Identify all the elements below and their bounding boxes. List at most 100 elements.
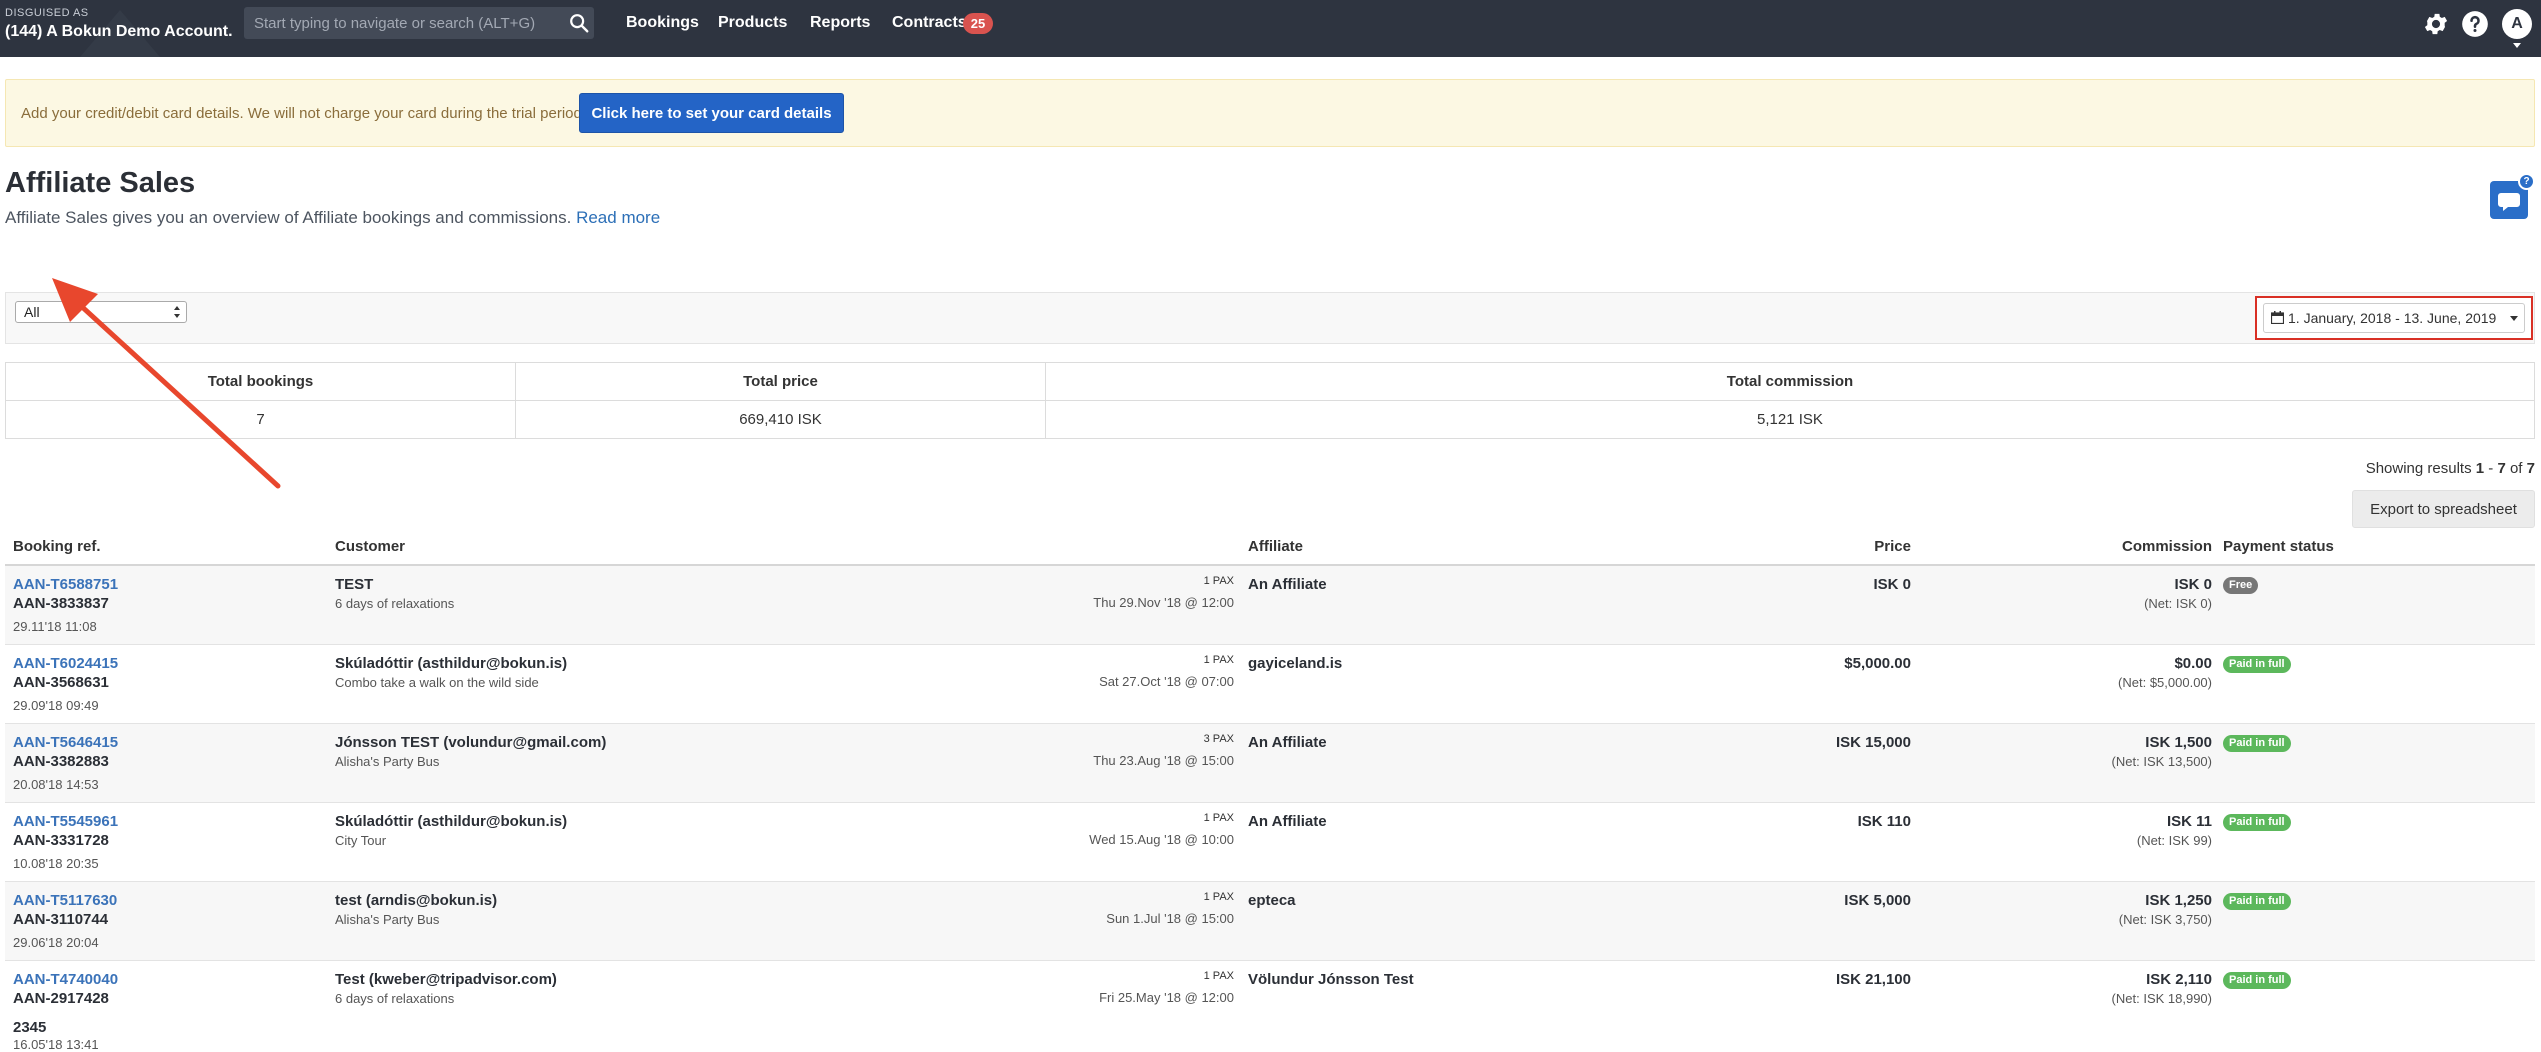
nav-reports[interactable]: Reports [810,14,870,32]
results-prefix: Showing results [2365,460,2472,477]
read-more-link[interactable]: Read more [576,208,660,227]
booking-ref-secondary: AAN-3110744 [13,911,109,928]
totals-header-commission: Total commission [1045,362,2535,401]
header-customer[interactable]: Customer [335,538,405,555]
booking-ref-link[interactable]: AAN-T6588751 [13,576,118,593]
activity-date: Sat 27.Oct '18 @ 07:00 [1099,674,1234,689]
date-range-picker[interactable]: 1. January, 2018 - 13. June, 2019 [2263,303,2525,333]
booking-date: 10.08'18 20:35 [13,856,99,871]
booking-ref-secondary: AAN-3568631 [13,674,109,691]
export-spreadsheet-button[interactable]: Export to spreadsheet [2352,490,2535,528]
affiliate-name: epteca [1248,892,1296,909]
net-value: (Net: ISK 18,990) [2111,991,2212,1006]
customer-name: Jónsson TEST (volundur@gmail.com) [335,734,607,751]
booking-ref-link[interactable]: AAN-T5545961 [13,813,118,830]
customer-name: Skúladóttir (asthildur@bokun.is) [335,655,568,672]
net-value: (Net: ISK 0) [2144,596,2212,611]
nav-contracts[interactable]: Contracts [892,14,967,32]
status-badge: Paid in full [2223,893,2291,910]
price-value: ISK 0 [1873,576,1911,593]
activity-date: Wed 15.Aug '18 @ 10:00 [1089,832,1234,847]
booking-ref-link[interactable]: AAN-T6024415 [13,655,118,672]
affiliate-select-value: All [24,304,40,320]
customer-name: TEST [335,576,374,593]
disguised-label: DISGUISED AS [5,7,89,19]
header-booking-ref[interactable]: Booking ref. [13,538,101,555]
totals-table: Total bookings Total price Total commiss… [5,362,2535,439]
page-title: Affiliate Sales [5,167,196,199]
results-info: Showing results 1 - 7 of 7 [2366,460,2535,477]
commission-value: ISK 0 [2174,576,2212,593]
booking-ref-link[interactable]: AAN-T4740040 [13,971,118,988]
status-badge: Paid in full [2223,814,2291,831]
banner-text: Add your credit/debit card details. We w… [21,105,587,122]
nav-bookings[interactable]: Bookings [626,14,699,32]
chevron-down-icon [2510,316,2518,321]
commission-value: ISK 1,250 [2145,892,2212,909]
status-badge: Paid in full [2223,972,2291,989]
account-name[interactable]: (144) A Bokun Demo Account. [5,23,233,41]
search-icon[interactable] [568,12,590,34]
table-row: AAN-T6024415 AAN-3568631 29.09'18 09:49 … [5,645,2535,724]
booking-ref-secondary: AAN-3833837 [13,595,109,612]
booking-date: 29.11'18 11:08 [13,619,97,634]
results-sep: - [2488,460,2494,477]
search-input[interactable] [244,7,594,39]
table-row: AAN-T4740040 AAN-2917428 2345 16.05'18 1… [5,961,2535,1052]
gear-icon[interactable] [2422,10,2450,38]
customer-name: test (arndis@bokun.is) [335,892,498,909]
commission-value: ISK 2,110 [2146,971,2212,988]
pax-count: 1 PAX [1203,970,1234,982]
totals-header-row: Total bookings Total price Total commiss… [5,362,2535,401]
booking-ref-link[interactable]: AAN-T5117630 [13,892,117,909]
price-value: ISK 110 [1857,813,1911,830]
date-range-highlight: 1. January, 2018 - 13. June, 2019 [2255,296,2533,340]
product-name: Alisha's Party Bus [335,912,440,927]
net-value: (Net: $5,000.00) [2118,675,2212,690]
results-of: of [2509,460,2523,477]
avatar[interactable]: A [2502,9,2532,39]
header-price[interactable]: Price [1874,538,1911,555]
total-commission-value: 5,121 ISK [1045,400,2535,439]
header-payment-status[interactable]: Payment status [2223,538,2334,555]
totals-header-bookings: Total bookings [5,362,516,401]
table-row: AAN-T6588751 AAN-3833837 29.11'18 11:08 … [5,566,2535,645]
table-row: AAN-T5545961 AAN-3331728 10.08'18 20:35 … [5,803,2535,882]
status-badge: Free [2223,577,2259,594]
commission-value: ISK 11 [2166,813,2212,830]
totals-header-price: Total price [515,362,1046,401]
activity-date: Fri 25.May '18 @ 12:00 [1099,990,1234,1005]
header-commission[interactable]: Commission [2122,538,2212,555]
affiliate-name: An Affiliate [1248,576,1327,593]
filter-bar: All [5,292,2535,344]
booking-date: 29.09'18 09:49 [13,698,99,713]
affiliate-select[interactable]: All [15,301,187,323]
activity-date: Thu 23.Aug '18 @ 15:00 [1093,753,1234,768]
booking-ref-secondary: AAN-3331728 [13,832,109,849]
pax-count: 1 PAX [1203,575,1234,587]
pax-count: 3 PAX [1203,733,1234,745]
status-badge: Paid in full [2223,656,2291,673]
header-affiliate[interactable]: Affiliate [1248,538,1303,555]
results-from: 1 [2475,460,2485,477]
commission-value: ISK 1,500 [2145,734,2212,751]
product-name: Alisha's Party Bus [335,754,440,769]
booking-date: 20.08'18 14:53 [13,777,99,792]
page-subtitle-text: Affiliate Sales gives you an overview of… [5,208,572,227]
product-name: 6 days of relaxations [335,596,455,611]
total-price-value: 669,410 ISK [515,400,1046,439]
table-row: AAN-T5117630 AAN-3110744 29.06'18 20:04 … [5,882,2535,961]
booking-ref-link[interactable]: AAN-T5646415 [13,734,118,751]
trial-banner: Add your credit/debit card details. We w… [5,79,2535,147]
chevron-down-icon[interactable] [2512,42,2522,50]
help-icon[interactable] [2461,10,2489,38]
booking-ref-extra: 2345 [13,1019,47,1036]
product-name: 6 days of relaxations [335,991,455,1006]
nav-products[interactable]: Products [718,14,787,32]
product-name: City Tour [335,833,387,848]
pax-count: 1 PAX [1203,812,1234,824]
net-value: (Net: ISK 3,750) [2118,912,2212,927]
page-subtitle: Affiliate Sales gives you an overview of… [5,208,660,228]
customer-name: Skúladóttir (asthildur@bokun.is) [335,813,568,830]
set-card-details-button[interactable]: Click here to set your card details [579,93,844,133]
